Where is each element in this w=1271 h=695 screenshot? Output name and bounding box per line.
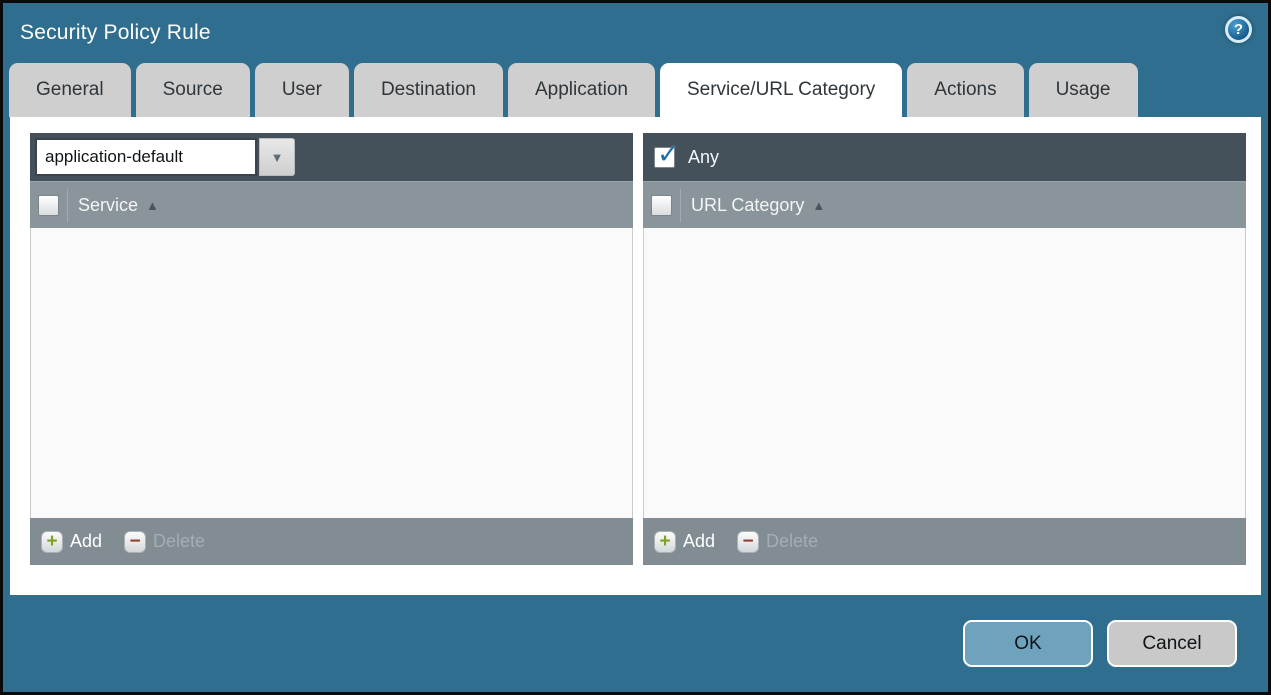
minus-icon: −	[124, 530, 147, 553]
service-type-value[interactable]: application-default	[35, 138, 257, 176]
tab-user[interactable]: User	[254, 63, 349, 117]
url-category-list	[643, 228, 1246, 518]
delete-button-label: Delete	[153, 531, 206, 551]
tab-general[interactable]: General	[9, 63, 131, 117]
tab-content: application-default ▼ Service ▲ + Add − …	[10, 117, 1261, 595]
service-panel: application-default ▼ Service ▲ + Add − …	[30, 133, 633, 565]
service-type-dropdown-button[interactable]: ▼	[259, 138, 295, 176]
tab-application[interactable]: Application	[508, 63, 655, 117]
tab-usage[interactable]: Usage	[1028, 63, 1138, 117]
sort-asc-icon: ▲	[812, 197, 826, 213]
url-category-panel: ✓ Any URL Category ▲ + Add − Delete	[643, 133, 1246, 565]
service-selector-bar: application-default ▼	[30, 133, 633, 181]
add-button-label: Add	[683, 531, 716, 551]
service-delete-button[interactable]: − Delete	[124, 530, 206, 553]
service-type-combobox: application-default ▼	[35, 138, 295, 176]
chevron-down-icon: ▼	[270, 149, 284, 165]
url-category-delete-button[interactable]: − Delete	[737, 530, 819, 553]
minus-icon: −	[737, 530, 760, 553]
check-icon: ✓	[657, 138, 680, 169]
add-button-label: Add	[70, 531, 103, 551]
cancel-button[interactable]: Cancel	[1107, 620, 1237, 667]
column-separator	[680, 188, 681, 222]
url-category-any-bar: ✓ Any	[643, 133, 1246, 181]
url-category-add-button[interactable]: + Add	[654, 530, 716, 553]
column-separator	[67, 188, 68, 222]
service-column-label: Service	[78, 194, 139, 215]
tab-source[interactable]: Source	[135, 63, 250, 117]
dialog-footer: OK Cancel	[963, 620, 1237, 667]
service-select-all-checkbox[interactable]	[38, 194, 59, 216]
url-category-toolbar: + Add − Delete	[643, 518, 1246, 565]
service-column-header-row: Service ▲	[30, 181, 633, 228]
security-policy-rule-dialog: Security Policy Rule ? General Source Us…	[0, 0, 1271, 695]
service-toolbar: + Add − Delete	[30, 518, 633, 565]
plus-icon: +	[654, 530, 676, 553]
delete-button-label: Delete	[766, 531, 819, 551]
service-column-header[interactable]: Service ▲	[78, 195, 159, 216]
url-category-any-checkbox[interactable]: ✓	[654, 139, 680, 169]
tab-bar: General Source User Destination Applicat…	[3, 63, 1268, 117]
url-category-column-header[interactable]: URL Category ▲	[691, 195, 825, 216]
url-category-column-label: URL Category	[691, 194, 805, 215]
url-category-column-header-row: URL Category ▲	[643, 181, 1246, 228]
url-category-select-all-checkbox[interactable]	[651, 194, 672, 216]
ok-button[interactable]: OK	[963, 620, 1093, 667]
help-icon-glyph: ?	[1233, 21, 1244, 38]
dialog-titlebar: Security Policy Rule ?	[3, 3, 1268, 63]
plus-icon: +	[41, 530, 63, 553]
tab-destination[interactable]: Destination	[353, 63, 503, 117]
tab-actions[interactable]: Actions	[907, 63, 1024, 117]
sort-asc-icon: ▲	[146, 197, 159, 213]
url-category-any-label: Any	[688, 146, 720, 167]
tab-service-url-category[interactable]: Service/URL Category	[659, 63, 903, 117]
help-icon[interactable]: ?	[1225, 16, 1252, 43]
service-list	[30, 228, 633, 518]
service-add-button[interactable]: + Add	[41, 530, 103, 553]
dialog-title: Security Policy Rule	[20, 21, 211, 44]
